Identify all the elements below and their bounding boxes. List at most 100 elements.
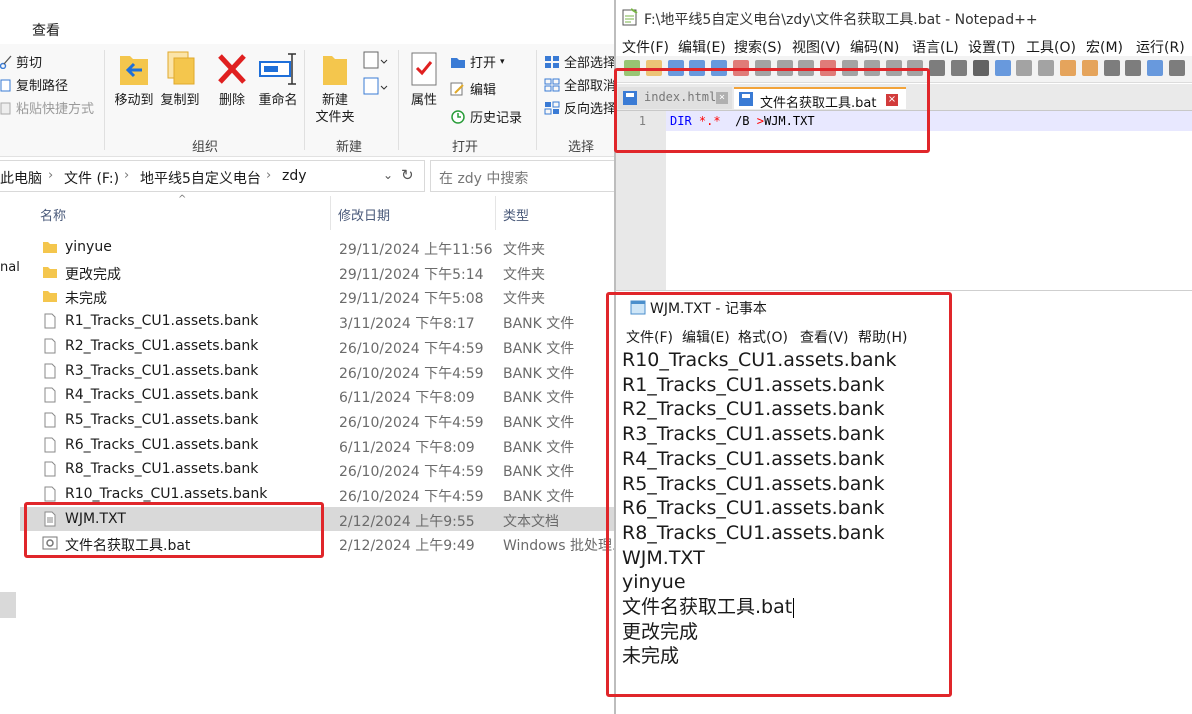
open-group-label: 打开 — [452, 140, 479, 155]
delete-button[interactable]: 删除 — [210, 50, 254, 109]
sync-h-icon[interactable] — [994, 60, 1011, 76]
file-date: 3/11/2024 下午8:17 — [339, 316, 475, 333]
properties-button[interactable]: 属性 — [404, 50, 444, 109]
history-button[interactable]: 历史记录 — [450, 107, 522, 126]
file-type: 文件夹 — [503, 266, 545, 283]
npp-window-title: F:\地平线5自定义电台\zdy\文件名获取工具.bat - Notepad++ — [644, 12, 1038, 28]
dropdown-arrow-icon: ▾ — [500, 56, 505, 67]
folder-workspace-icon[interactable] — [1125, 60, 1142, 76]
delete-x-icon — [214, 50, 250, 88]
file-date: 29/11/2024 下午5:08 — [339, 291, 484, 308]
file-row[interactable]: R4_Tracks_CU1.assets.bank 6/11/2024 下午8:0… — [20, 383, 614, 408]
npp-menu-item[interactable]: 编码(N) — [850, 37, 899, 57]
invert-selection-button[interactable]: 反向选择 — [544, 98, 616, 117]
paste-shortcut-button[interactable]: 粘贴快捷方式 — [0, 98, 94, 117]
column-date-modified[interactable]: 修改日期 — [338, 205, 390, 224]
column-name[interactable]: 名称 — [40, 205, 66, 224]
npp-menu-item[interactable]: 文件(F) — [622, 37, 669, 57]
file-name: R1_Tracks_CU1.assets.bank — [65, 313, 259, 330]
file-name: R5_Tracks_CU1.assets.bank — [65, 411, 259, 428]
column-separator[interactable] — [330, 196, 331, 230]
file-type: BANK 文件 — [503, 390, 575, 407]
file-name: R8_Tracks_CU1.assets.bank — [65, 461, 259, 478]
highlight-box-notepad — [606, 292, 952, 697]
easy-access-button[interactable] — [362, 76, 388, 98]
indent-guide-icon[interactable] — [1060, 60, 1076, 76]
select-group-label: 选择 — [568, 140, 595, 155]
file-name: R10_Tracks_CU1.assets.bank — [65, 486, 268, 502]
function-list-icon[interactable] — [1103, 60, 1120, 76]
npp-menu-item[interactable]: 搜索(S) — [734, 37, 782, 57]
doc-map-icon[interactable] — [1081, 60, 1098, 76]
select-all-icon — [544, 55, 560, 69]
cut-button[interactable]: 剪切 — [0, 52, 42, 71]
breadcrumb-current[interactable]: zdy — [282, 168, 307, 184]
move-to-button[interactable]: 移动到 — [110, 50, 158, 109]
select-all-button[interactable]: 全部选择 — [544, 52, 616, 71]
npp-menu-item[interactable]: 视图(V) — [792, 37, 841, 57]
column-separator[interactable] — [495, 196, 496, 230]
new-folder-button[interactable]: 新建 文件夹 — [312, 50, 358, 126]
nav-item-partial[interactable]: nal — [0, 260, 20, 275]
file-row[interactable]: R2_Tracks_CU1.assets.bank 26/10/2024 下午4:… — [20, 334, 614, 359]
paste-shortcut-icon — [0, 101, 12, 115]
sync-v-icon[interactable] — [972, 60, 989, 76]
file-name: R4_Tracks_CU1.assets.bank — [65, 387, 259, 404]
file-type: BANK 文件 — [503, 464, 575, 481]
breadcrumb-drive[interactable]: 文件 (F:) — [64, 168, 119, 188]
file-row[interactable]: R6_Tracks_CU1.assets.bank 6/11/2024 下午8:0… — [20, 433, 614, 458]
ribbon-separator — [536, 50, 537, 150]
copy-to-button[interactable]: 复制到 — [156, 50, 204, 109]
file-row[interactable]: R8_Tracks_CU1.assets.bank 26/10/2024 下午4:… — [20, 457, 614, 482]
ribbon: 剪切 复制路径 粘贴快捷方式 移动到 复制到 删除 重命名 组织 新建 文件夹 … — [0, 44, 616, 157]
rename-button[interactable]: 重命名 — [254, 50, 302, 109]
ribbon-separator — [304, 50, 305, 150]
file-name: 未完成 — [65, 291, 107, 308]
breadcrumb-this-pc[interactable]: 此电脑 — [0, 168, 42, 188]
file-row[interactable]: 更改完成 29/11/2024 下午5:14 文件夹 — [20, 260, 614, 285]
file-row[interactable]: R1_Tracks_CU1.assets.bank 3/11/2024 下午8:1… — [20, 309, 614, 334]
npp-menu-item[interactable]: 宏(M) — [1086, 37, 1123, 57]
open-icon — [450, 55, 466, 69]
file-date: 2/12/2024 上午9:49 — [339, 538, 475, 555]
search-input[interactable]: 在 zdy 中搜索 — [430, 160, 630, 192]
new-item-button[interactable] — [362, 50, 388, 72]
ribbon-separator — [398, 50, 399, 150]
npp-menu-item[interactable]: 语言(L) — [912, 37, 959, 57]
highlight-box-npp — [614, 68, 930, 153]
npp-menu-item[interactable]: 运行(R) — [1136, 37, 1185, 57]
open-button[interactable]: 打开 ▾ — [450, 52, 505, 71]
column-type[interactable]: 类型 — [503, 205, 529, 224]
zoom-out-icon[interactable] — [951, 60, 967, 76]
copy-path-button[interactable]: 复制路径 — [0, 75, 68, 94]
tab-view[interactable]: 查看 — [32, 20, 60, 40]
file-row[interactable]: R5_Tracks_CU1.assets.bank 26/10/2024 下午4:… — [20, 408, 614, 433]
nav-item-selected[interactable] — [0, 592, 16, 618]
npp-menu-item[interactable]: 工具(O) — [1026, 37, 1076, 57]
file-date: 29/11/2024 下午5:14 — [339, 266, 484, 283]
monitor-icon[interactable] — [1147, 60, 1164, 76]
edit-button[interactable]: 编辑 — [450, 79, 496, 98]
file-date: 6/11/2024 下午8:09 — [339, 439, 475, 456]
npp-menu-item[interactable]: 编辑(E) — [678, 37, 726, 57]
breadcrumb-separator-icon: › — [124, 168, 130, 183]
file-row[interactable]: R3_Tracks_CU1.assets.bank 26/10/2024 下午4:… — [20, 359, 614, 384]
chevron-down-icon[interactable]: ⌄ — [383, 168, 393, 182]
address-bar[interactable]: 此电脑 › 文件 (F:) › 地平线5自定义电台 › zdy ⌄ ↻ — [0, 160, 425, 192]
file-name: R2_Tracks_CU1.assets.bank — [65, 337, 259, 354]
npp-menu-item[interactable]: 设置(T) — [968, 37, 1015, 57]
wrap-icon[interactable] — [1016, 60, 1033, 76]
new-folder-icon — [320, 50, 350, 88]
record-icon[interactable] — [1169, 60, 1185, 76]
show-all-icon[interactable] — [1038, 60, 1055, 76]
copy-to-icon — [162, 50, 198, 88]
zoom-in-icon[interactable] — [929, 60, 946, 76]
select-none-button[interactable]: 全部取消 — [544, 75, 616, 94]
file-icon — [42, 313, 58, 329]
file-row[interactable]: yinyue 29/11/2024 上午11:56 文件夹 — [20, 235, 614, 260]
file-icon — [42, 486, 58, 502]
file-type: BANK 文件 — [503, 365, 575, 382]
refresh-icon[interactable]: ↻ — [401, 166, 414, 184]
breadcrumb-folder[interactable]: 地平线5自定义电台 — [140, 168, 261, 188]
file-row[interactable]: 未完成 29/11/2024 下午5:08 文件夹 — [20, 284, 614, 309]
